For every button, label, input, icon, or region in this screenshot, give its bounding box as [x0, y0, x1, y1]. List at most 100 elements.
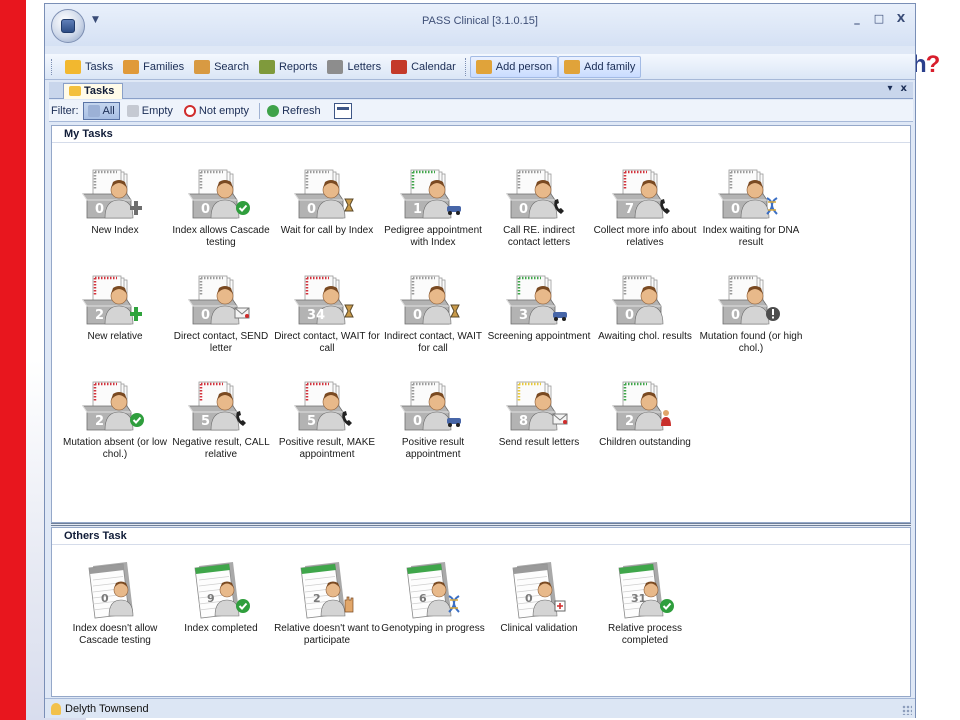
badge-check-icon [660, 599, 674, 613]
tab-list-dropdown-icon[interactable]: ▾ [888, 83, 893, 94]
others-tile-index-doesn-t-allow-cascade-testing[interactable]: 0 Index doesn't allow Cascade testing [62, 556, 168, 647]
task-count: 2 [313, 592, 321, 605]
task-tray-icon: 3 [506, 275, 567, 325]
task-tile-label: Positive result appointment [401, 437, 465, 460]
task-tile-wait-for-call-by-index[interactable]: 0 Wait for call by Index [274, 166, 380, 237]
maximize-button[interactable]: □ [873, 12, 885, 25]
toolbar-tasks-button[interactable]: Tasks [60, 56, 118, 78]
task-tray-icon: 7 [612, 169, 670, 219]
task-tile-new-index[interactable]: 0 New Index [62, 166, 168, 237]
task-tile-mutation-found-or-high-chol[interactable]: 0 Mutation found (or high chol.) [698, 272, 804, 355]
others-tile-label: Index completed [184, 623, 258, 634]
task-tile-label: Collect more info about relatives [593, 225, 697, 248]
ledger-icon: 6 [406, 562, 460, 619]
task-tile-direct-contact-send-letter[interactable]: 0 Direct contact, SEND letter [168, 272, 274, 355]
toolbar-search-button[interactable]: Search [189, 56, 254, 78]
task-tile-call-re-indirect-contact-letters[interactable]: 0 Call RE. indirect contact letters [486, 166, 592, 249]
task-tile-collect-more-info-about-relatives[interactable]: 7 Collect more info about relatives [592, 166, 698, 249]
tasks-icon [65, 59, 81, 74]
task-tray-icon: 0 [82, 169, 142, 219]
badge-car-icon [447, 206, 461, 215]
task-tile-label: Positive result, MAKE appointment [278, 437, 376, 460]
toolbar-reports-button[interactable]: Reports [254, 56, 323, 78]
task-count: 2 [95, 308, 104, 323]
task-tile-direct-contact-wait-for-call[interactable]: 34 Direct contact, WAIT for call [274, 272, 380, 355]
main-toolbar: Tasks Families Search Reports Letters Ca… [45, 54, 915, 80]
task-count: 0 [525, 592, 533, 605]
resize-grip-icon[interactable] [902, 705, 912, 715]
others-tile-relative-doesn-t-want-to-participate[interactable]: 2 Relative doesn't want to participate [274, 556, 380, 647]
task-tray-icon: 2 [612, 381, 671, 431]
ledger-icon: 9 [194, 562, 250, 619]
task-tile-mutation-absent-or-low-chol[interactable]: 2 Mutation absent (or low chol.) [62, 378, 168, 461]
others-tile-index-completed[interactable]: 9 Index completed [168, 556, 274, 635]
task-tile-label: Indirect contact, WAIT for call [384, 331, 482, 354]
task-count: 0 [413, 414, 422, 429]
toolbar-letters-button[interactable]: Letters [322, 56, 386, 78]
toolbar-grip[interactable] [51, 58, 54, 75]
task-tile-pedigree-appointment-with-index[interactable]: 1 Pedigree appointment with Index [380, 166, 486, 249]
task-tile-send-result-letters[interactable]: 8 Send result letters [486, 378, 592, 449]
toolbar-calendar-button[interactable]: Calendar [386, 56, 461, 78]
task-tile-screening-appointment[interactable]: 3 Screening appointment [486, 272, 592, 343]
badge-child-icon [661, 410, 671, 426]
ledger-icon: 2 [300, 562, 354, 619]
task-tile-negative-result-call-relative[interactable]: 5 Negative result, CALL relative [168, 378, 274, 461]
filter-empty-button[interactable]: Empty [123, 102, 177, 120]
badge-check-icon [130, 413, 144, 427]
toolbar-families-button[interactable]: Families [118, 56, 189, 78]
slide-title-fragment: h? [912, 51, 940, 78]
task-count: 5 [307, 414, 316, 429]
task-tile-label: Screening appointment [487, 331, 591, 342]
minimize-button[interactable]: _ [851, 12, 863, 25]
task-tile-label: Direct contact, SEND letter [173, 331, 269, 354]
filter-not-empty-button[interactable]: Not empty [180, 102, 253, 120]
others-tile-genotyping-in-progress[interactable]: 6 Genotyping in progress [380, 556, 486, 635]
close-button[interactable]: X [895, 12, 907, 25]
others-tile-relative-process-completed[interactable]: 31 Relative process completed [592, 556, 698, 647]
task-tile-positive-result-make-appointment[interactable]: 5 Positive result, MAKE appointment [274, 378, 380, 461]
task-tile-index-allows-cascade-testing[interactable]: 0 Index allows Cascade testing [168, 166, 274, 249]
task-tile-indirect-contact-wait-for-call[interactable]: 0 Indirect contact, WAIT for call [380, 272, 486, 355]
filter-label: Filter: [51, 104, 79, 117]
task-tile-index-waiting-for-dna-result[interactable]: 0 Index waiting for DNA result [698, 166, 804, 249]
task-count: 5 [201, 414, 210, 429]
toolbar-add-family-button[interactable]: Add family [558, 55, 642, 78]
task-count: 0 [731, 308, 740, 323]
ledger-icon: 0 [512, 562, 566, 619]
task-count: 0 [201, 202, 210, 217]
badge-check-icon [236, 599, 250, 613]
task-tile-label: Children outstanding [599, 437, 691, 448]
task-tile-children-outstanding[interactable]: 2 Children outstanding [592, 378, 698, 449]
task-count: 0 [625, 308, 634, 323]
search-icon [194, 59, 211, 74]
task-tile-label: Awaiting chol. results [598, 331, 692, 342]
task-tile-label: Send result letters [498, 437, 580, 448]
badge-doctor-icon [554, 600, 566, 612]
reports-icon [258, 59, 275, 74]
add-person-icon [475, 59, 492, 74]
task-tray-icon: 0 [294, 169, 354, 219]
task-count: 2 [95, 414, 104, 429]
task-tile-new-relative[interactable]: 2 New relative [62, 272, 168, 343]
calendar-icon [391, 59, 408, 74]
layout-toggle-button[interactable] [333, 102, 352, 119]
my-tasks-title: My Tasks [52, 126, 910, 143]
task-count: 0 [413, 308, 422, 323]
task-tile-label: Pedigree appointment with Index [384, 225, 482, 248]
toolbar-separator [464, 57, 466, 76]
badge-car-icon [553, 312, 567, 321]
filter-all-button[interactable]: All [82, 101, 120, 120]
others-tile-label: Clinical validation [500, 623, 578, 634]
tab-close-button[interactable]: x [901, 83, 907, 94]
toolbar-add-person-button[interactable]: Add person [469, 55, 559, 78]
badge-car-icon [447, 418, 461, 427]
refresh-button[interactable]: Refresh [263, 102, 325, 120]
task-tile-awaiting-chol-results[interactable]: 0 Awaiting chol. results [592, 272, 698, 343]
task-count: 2 [625, 414, 634, 429]
others-tile-clinical-validation[interactable]: 0 Clinical validation [486, 556, 592, 635]
others-tile-label: Relative process completed [608, 623, 682, 646]
task-tile-positive-result-appointment[interactable]: 0 Positive result appointment [380, 378, 486, 461]
task-tray-icon: 2 [82, 275, 142, 325]
tab-tasks[interactable]: Tasks [63, 83, 124, 99]
